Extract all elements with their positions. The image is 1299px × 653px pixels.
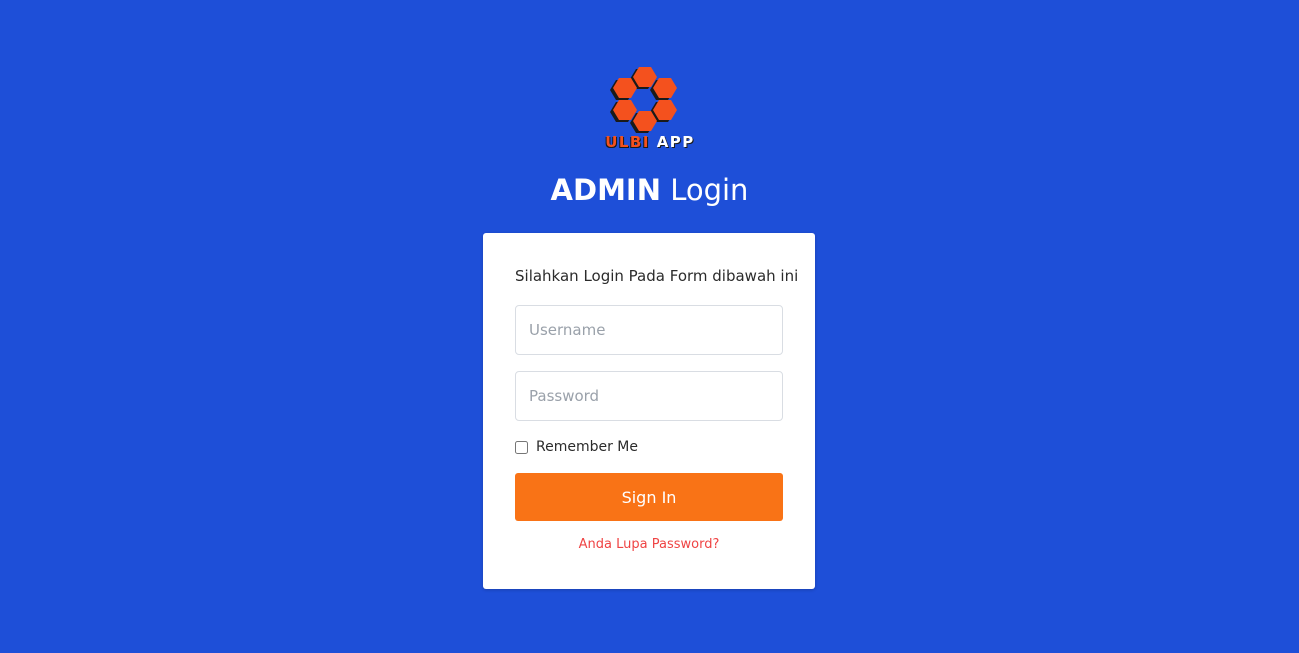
sign-in-button[interactable]: Sign In [515,473,783,521]
honeycomb-logo-icon [610,67,677,133]
remember-me-checkbox[interactable] [515,440,528,454]
logo-text-app: APP [656,133,695,151]
login-instruction: Silahkan Login Pada Form dibawah ini [515,267,799,285]
logo-text-ulbi: ULBI [605,133,650,151]
username-input[interactable] [515,305,783,355]
page-title: ADMIN Login [0,170,1299,210]
login-card: Silahkan Login Pada Form dibawah ini Rem… [483,233,815,589]
logo-text: ULBI APP [603,133,697,151]
page-title-bold: ADMIN [550,173,661,207]
page-title-light: Login [670,173,749,207]
password-input[interactable] [515,371,783,421]
forgot-password-link[interactable]: Anda Lupa Password? [483,537,815,552]
app-logo: ULBI APP [603,64,697,154]
remember-me[interactable]: Remember Me [515,437,638,457]
remember-me-label: Remember Me [536,439,638,455]
